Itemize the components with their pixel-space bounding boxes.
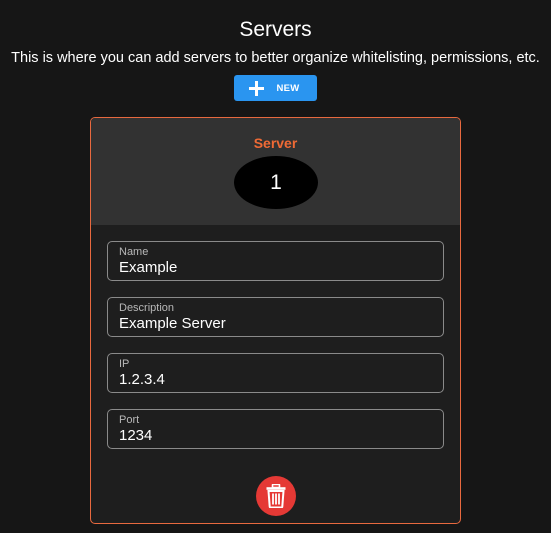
port-field-label: Port [119, 414, 140, 426]
name-field[interactable]: Name Example [107, 241, 444, 281]
page-subtitle: This is where you can add servers to bet… [11, 50, 540, 66]
server-card-header: Server 1 [91, 118, 460, 225]
description-field-value: Example Server [119, 315, 226, 332]
port-field[interactable]: Port 1234 [107, 409, 444, 449]
new-server-button[interactable]: NEW [234, 75, 317, 101]
ip-field-label: IP [119, 358, 130, 370]
page-title: Servers [239, 18, 312, 41]
plus-icon [249, 80, 265, 96]
servers-page: Servers This is where you can add server… [0, 0, 551, 533]
port-field-value: 1234 [119, 427, 153, 444]
name-field-value: Example [119, 259, 178, 276]
trash-icon [266, 484, 286, 508]
delete-server-button[interactable] [256, 476, 296, 516]
description-field[interactable]: Description Example Server [107, 297, 444, 337]
new-button-label: NEW [276, 82, 300, 94]
server-number-badge: 1 [234, 156, 318, 209]
ip-field-value: 1.2.3.4 [119, 371, 165, 388]
ip-field[interactable]: IP 1.2.3.4 [107, 353, 444, 393]
name-field-label: Name [119, 246, 149, 258]
server-card-title: Server [253, 135, 298, 151]
server-card: Server 1 Name Example Description Exampl… [90, 117, 461, 524]
description-field-label: Description [119, 302, 175, 314]
